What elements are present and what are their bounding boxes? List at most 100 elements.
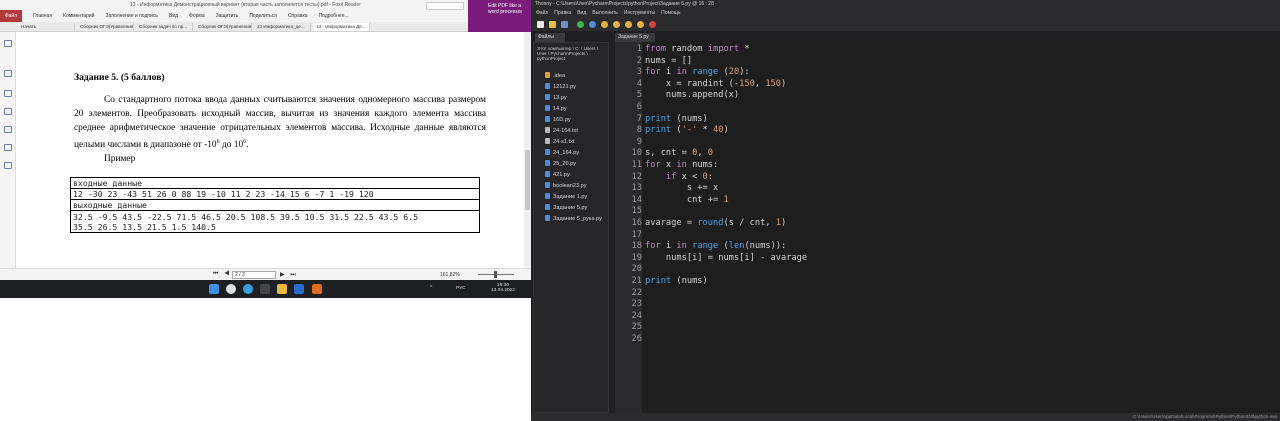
save-icon[interactable]	[561, 21, 568, 28]
file-list-item[interactable]: 24-s1.txt	[545, 137, 574, 147]
code-line[interactable]: s += x	[645, 183, 718, 195]
code-line[interactable]: for x in nums:	[645, 160, 718, 172]
zoom-level[interactable]: 161,82%	[440, 272, 460, 278]
code-line[interactable]: x = randint (-150, 150)	[645, 79, 786, 91]
file-list-item[interactable]: .idea	[545, 71, 565, 81]
code-line[interactable]: nums = []	[645, 56, 692, 68]
debug-icon[interactable]	[589, 21, 596, 28]
step-into-icon[interactable]	[613, 21, 620, 28]
file-list-item[interactable]: Задание 5.py	[545, 203, 587, 213]
comments-icon[interactable]	[4, 90, 12, 97]
zoom-slider[interactable]	[478, 271, 514, 278]
editor-tab[interactable]: Задание 5.py	[615, 33, 655, 42]
line-number: 5	[636, 90, 642, 101]
pdf-promo-banner[interactable]: Edit PDF like a word processor	[468, 0, 531, 32]
open-file-icon[interactable]	[549, 21, 556, 28]
code-line[interactable]: print ('-' * 40)	[645, 125, 729, 137]
line-number: 14	[631, 194, 642, 205]
thonny-menu-item[interactable]: Инструменты	[624, 10, 655, 16]
pages-icon[interactable]	[4, 70, 12, 77]
code-line[interactable]: for i in range (20):	[645, 67, 750, 79]
pdf-menu-item[interactable]: Справка	[288, 13, 308, 19]
pdf-document-tab[interactable]: Сборник задач по пр...	[136, 23, 193, 31]
file-list-item[interactable]: 14.py	[545, 104, 567, 114]
stop-icon[interactable]	[649, 21, 656, 28]
pdf-menu-item[interactable]: Подробнее...	[319, 13, 349, 19]
thonny-menu-item[interactable]: Выполнить	[592, 10, 618, 16]
pdf-menu-item[interactable]: Защитить	[216, 13, 239, 19]
pdf-menu-item[interactable]: Вид	[169, 13, 178, 19]
page-nav-next-last-icon[interactable]: ▶ ⏭	[280, 271, 298, 279]
code-line[interactable]: from random import *	[645, 44, 750, 56]
signature-icon[interactable]	[4, 162, 12, 169]
file-list-item[interactable]: 24_164.py	[545, 148, 579, 158]
run-icon[interactable]	[577, 21, 584, 28]
pdf-menu-item[interactable]: Поделиться	[249, 13, 277, 19]
edge-icon[interactable]	[243, 284, 253, 294]
security-icon[interactable]	[4, 144, 12, 151]
files-current-path[interactable]: Этот компьютер \ C: \ Users \ User \ Pyc…	[537, 46, 607, 62]
interpreter-status[interactable]: C:\Users\User\AppData\Local\Programs\Pyt…	[531, 413, 1280, 421]
file-list-item[interactable]: boolean23.py	[545, 181, 587, 191]
code-line[interactable]: nums.append(x)	[645, 90, 739, 102]
file-list-item[interactable]: 16D.py	[545, 115, 571, 125]
code-token: range	[692, 241, 719, 252]
code-line[interactable]: nums[i] = nums[i] - avarage	[645, 253, 807, 265]
panel-splitter[interactable]	[609, 42, 614, 413]
zoom-slider-knob[interactable]	[494, 271, 497, 278]
code-line[interactable]: avarage = round(s / cnt, 1)	[645, 218, 786, 230]
clock[interactable]: 18:30 13.04.2022	[490, 283, 516, 293]
file-list-item[interactable]: 24-164.txt	[545, 126, 578, 136]
explorer-icon[interactable]	[277, 284, 287, 294]
word-icon[interactable]	[294, 284, 304, 294]
resume-icon[interactable]	[637, 21, 644, 28]
chrome-icon[interactable]	[226, 284, 236, 294]
thonny-menu-item[interactable]: Файл	[536, 10, 548, 16]
code-line[interactable]: cnt += 1	[645, 195, 729, 207]
thonny-menu-item[interactable]: Помощь	[661, 10, 680, 16]
code-editor[interactable]: from random import * nums = [] for i in ra…	[642, 42, 1280, 413]
new-file-icon[interactable]	[537, 21, 544, 28]
step-out-icon[interactable]	[625, 21, 632, 28]
tray-arrow-icon[interactable]: ^	[430, 286, 432, 291]
pdf-menu-item[interactable]: Комментарий	[63, 13, 95, 19]
file-list-item[interactable]: 13.py	[545, 93, 567, 103]
code-line[interactable]: for i in range (len(nums)):	[645, 241, 786, 253]
page-number-input[interactable]: 2 / 3	[232, 271, 276, 279]
file-list-item[interactable]: 12121.py	[545, 82, 576, 92]
pdf-menu-item[interactable]: Форма	[189, 13, 205, 19]
step-over-icon[interactable]	[601, 21, 608, 28]
pdf-document-tab[interactable]: Сборник ОГЭ(Уравнения)...	[195, 23, 252, 31]
thonny-menu-item[interactable]: Правка	[554, 10, 571, 16]
pdf-document-tab[interactable]: Начать	[18, 23, 75, 31]
code-line[interactable]: print (nums)	[645, 114, 708, 126]
foxit-icon[interactable]	[312, 284, 322, 294]
pdf-menu-item[interactable]: Главная	[33, 13, 52, 19]
task-text-part-2: до 10	[219, 140, 244, 151]
thonny-menu-item[interactable]: Вид	[577, 10, 586, 16]
code-token: random	[665, 44, 708, 54]
keyboard-language[interactable]: РУС	[456, 286, 466, 291]
code-line[interactable]: if x < 0:	[645, 172, 713, 184]
layers-icon[interactable]	[4, 108, 12, 115]
files-tab[interactable]: Файлы	[535, 33, 565, 42]
bookmark-icon[interactable]	[4, 40, 12, 47]
page-nav-first-prev-icon[interactable]: ⏮ ◀	[213, 271, 231, 278]
pdf-document-tab[interactable]: Сборник ОГЭ(Уравнения)...	[77, 23, 134, 31]
pdf-search-input[interactable]	[426, 2, 464, 10]
file-list-item[interactable]: 25_20.py	[545, 159, 576, 169]
thonny-taskbar-icon[interactable]	[260, 284, 270, 294]
pdf-document-tab[interactable]: 13 - Информатика Де...	[313, 23, 370, 31]
code-line[interactable]: s, cnt = 0, 0	[645, 148, 713, 160]
file-list-item[interactable]: Задание 5_рука.py	[545, 214, 602, 224]
code-line[interactable]: print (nums)	[645, 276, 708, 288]
pdf-menu-item[interactable]: Файл	[0, 10, 22, 22]
pdf-vertical-scrollbar[interactable]	[524, 32, 531, 268]
start-icon[interactable]	[209, 284, 219, 294]
pdf-menu-item[interactable]: Заполнение и подпись	[106, 13, 158, 19]
file-list-item[interactable]: Задание 1.py	[545, 192, 587, 202]
scrollbar-thumb[interactable]	[525, 150, 530, 210]
pdf-document-tab[interactable]: 13 Информатика_де...	[254, 23, 311, 31]
file-list-item[interactable]: 421.py	[545, 170, 570, 180]
attachment-icon[interactable]	[4, 126, 12, 133]
